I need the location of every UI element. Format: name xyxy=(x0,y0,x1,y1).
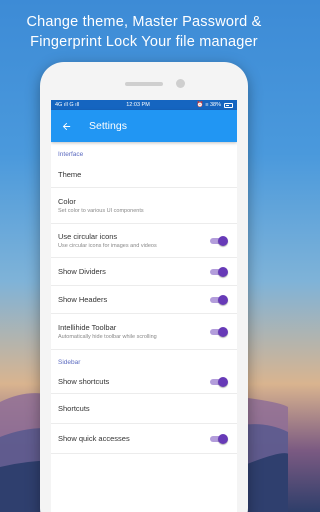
setting-show-headers[interactable]: Show Headers xyxy=(51,286,237,314)
setting-show-shortcuts[interactable]: Show shortcuts xyxy=(51,370,237,394)
circular-icons-toggle[interactable] xyxy=(210,235,228,246)
setting-label: Show quick accesses xyxy=(58,434,130,443)
status-time: 12:03 PM xyxy=(126,102,150,108)
phone-frame: 4G ıll G ıll 12:03 PM ⏰ ≡ 38% Settings I… xyxy=(40,62,248,512)
promo-headline: Change theme, Master Password & Fingerpr… xyxy=(0,12,288,52)
show-headers-toggle[interactable] xyxy=(210,294,228,305)
phone-camera xyxy=(176,79,185,88)
status-icons: ⏰ ≡ 38% xyxy=(196,102,221,108)
setting-label: Intellihide Toolbar xyxy=(58,323,117,332)
phone-speaker xyxy=(125,82,163,86)
status-bar: 4G ıll G ıll 12:03 PM ⏰ ≡ 38% xyxy=(51,100,237,110)
promo-headline-line2: Fingerprint Lock Your file manager xyxy=(30,34,258,50)
show-shortcuts-toggle[interactable] xyxy=(210,376,228,387)
setting-color[interactable]: Color Set color to various UI components xyxy=(51,188,237,224)
setting-description: Automatically hide toolbar while scrolli… xyxy=(58,334,157,340)
arrow-back-icon[interactable] xyxy=(59,119,73,133)
setting-intellihide-toolbar[interactable]: Intellihide Toolbar Automatically hide t… xyxy=(51,314,237,350)
setting-theme[interactable]: Theme xyxy=(51,162,237,188)
setting-label: Show Headers xyxy=(58,295,108,304)
setting-label: Use circular icons xyxy=(58,232,118,241)
show-dividers-toggle[interactable] xyxy=(210,266,228,277)
setting-description: Set color to various UI components xyxy=(58,208,144,214)
quick-accesses-toggle[interactable] xyxy=(210,433,228,444)
phone-screen: 4G ıll G ıll 12:03 PM ⏰ ≡ 38% Settings I… xyxy=(51,100,237,512)
app-bar: Settings xyxy=(51,110,237,142)
battery-icon xyxy=(223,102,233,108)
setting-label: Show Dividers xyxy=(58,267,106,276)
setting-shortcuts[interactable]: Shortcuts xyxy=(51,394,237,424)
section-header-interface: Interface xyxy=(58,151,84,158)
page-title: Settings xyxy=(89,120,127,132)
section-header-sidebar: Sidebar xyxy=(58,359,81,366)
setting-show-dividers[interactable]: Show Dividers xyxy=(51,258,237,286)
setting-label: Shortcuts xyxy=(58,404,90,413)
signal-indicators: 4G ıll G ıll xyxy=(55,102,80,108)
setting-label: Color xyxy=(58,197,76,206)
setting-description: Use circular icons for images and videos xyxy=(58,243,157,249)
promo-headline-line1: Change theme, Master Password & xyxy=(26,14,262,30)
setting-label: Theme xyxy=(58,170,82,179)
setting-circular-icons[interactable]: Use circular icons Use circular icons fo… xyxy=(51,224,237,258)
setting-show-quick-accesses[interactable]: Show quick accesses xyxy=(51,424,237,454)
setting-label: Show shortcuts xyxy=(58,377,110,386)
intellihide-toggle[interactable] xyxy=(210,326,228,337)
